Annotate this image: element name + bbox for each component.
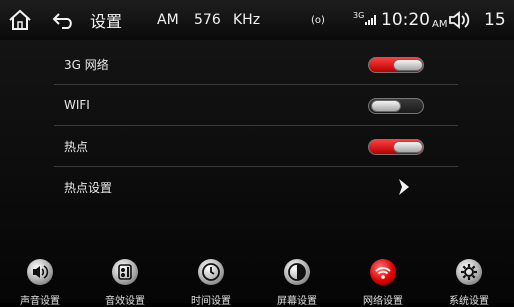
volume-icon[interactable] bbox=[448, 0, 470, 40]
nav-sound-effects[interactable]: 音效设置 bbox=[90, 259, 160, 307]
clock-time: 10:20 bbox=[381, 10, 430, 30]
nav-time-settings[interactable]: 时间设置 bbox=[176, 259, 246, 307]
radio-band: AM bbox=[157, 12, 179, 28]
screen: 设置 AM 576 KHz (o) 3G 10:20 AM 15 3G 网络 W… bbox=[0, 0, 514, 307]
setting-row-3g[interactable]: 3G 网络 bbox=[54, 44, 458, 85]
nav-sound-settings[interactable]: 声音设置 bbox=[5, 259, 75, 307]
contrast-icon bbox=[284, 259, 310, 285]
setting-row-wifi[interactable]: WIFI bbox=[54, 85, 458, 126]
toggle-knob bbox=[393, 141, 423, 153]
chevron-right-icon[interactable] bbox=[396, 177, 414, 197]
frequency-unit: KHz bbox=[233, 12, 261, 28]
clock-icon bbox=[198, 259, 224, 285]
setting-label-wifi: WIFI bbox=[64, 98, 90, 112]
nav-label: 系统设置 bbox=[449, 296, 489, 307]
nav-label: 声音设置 bbox=[20, 296, 60, 307]
status-bar: 设置 AM 576 KHz (o) 3G 10:20 AM 15 bbox=[0, 0, 514, 40]
radio-frequency: 576 bbox=[194, 12, 221, 28]
toggle-3g[interactable] bbox=[368, 57, 424, 73]
toggle-wifi[interactable] bbox=[368, 98, 424, 114]
setting-row-hotspot[interactable]: 热点 bbox=[54, 126, 458, 167]
nav-system-settings[interactable]: 系统设置 bbox=[434, 259, 504, 307]
radio-signal-icon: (o) bbox=[311, 14, 325, 26]
volume-level: 15 bbox=[484, 10, 506, 30]
nav-label: 音效设置 bbox=[105, 296, 145, 307]
nav-label: 屏幕设置 bbox=[277, 296, 317, 307]
nav-screen-settings[interactable]: 屏幕设置 bbox=[262, 259, 332, 307]
clock-ampm: AM bbox=[432, 18, 448, 30]
nav-network-settings[interactable]: 网络设置 bbox=[348, 259, 418, 307]
page-title: 设置 bbox=[90, 12, 123, 31]
home-icon[interactable] bbox=[8, 0, 34, 40]
setting-label-hotspot: 热点 bbox=[64, 139, 89, 154]
toggle-knob bbox=[371, 100, 401, 112]
speaker-icon bbox=[27, 259, 53, 285]
toggle-hotspot[interactable] bbox=[368, 139, 424, 155]
back-icon[interactable] bbox=[52, 0, 78, 40]
network-type: 3G bbox=[353, 10, 365, 20]
network-signal-icon: 3G bbox=[353, 0, 377, 40]
equalizer-icon bbox=[112, 259, 138, 285]
setting-label-3g: 3G 网络 bbox=[64, 57, 109, 72]
setting-label-hotspot-settings: 热点设置 bbox=[64, 180, 113, 195]
gear-icon bbox=[456, 259, 482, 285]
nav-label: 时间设置 bbox=[191, 296, 231, 307]
nav-label: 网络设置 bbox=[363, 296, 403, 307]
wifi-icon bbox=[370, 259, 396, 285]
setting-row-hotspot-settings[interactable]: 热点设置 bbox=[54, 167, 458, 207]
toggle-knob bbox=[393, 59, 423, 71]
bottom-nav: 声音设置 音效设置 时间设置 屏幕设置 网络设置 系统设置 bbox=[0, 255, 514, 307]
